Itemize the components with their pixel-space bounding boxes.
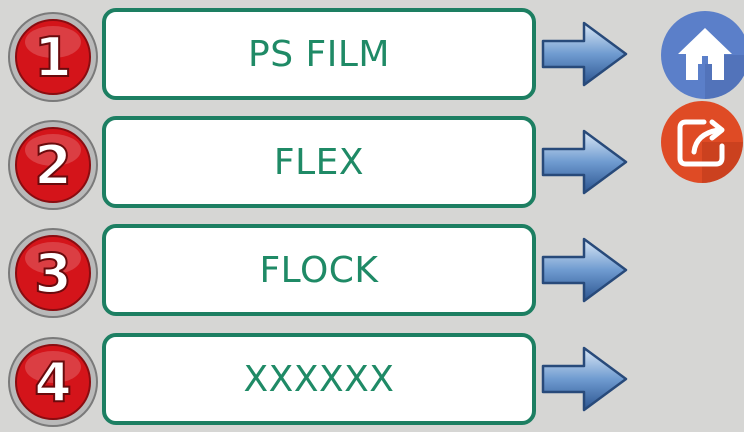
option-label: FLOCK	[259, 249, 379, 291]
option-label: PS FILM	[248, 33, 390, 75]
option-row-1: 1 PS FILM	[0, 7, 640, 107]
option-label: FLEX	[273, 141, 365, 183]
share-button[interactable]	[660, 100, 744, 184]
svg-text:2: 2	[34, 134, 72, 197]
option-button-xxxxxx[interactable]: XXXXXX	[102, 333, 536, 425]
option-label: XXXXXX	[243, 358, 395, 400]
right-arrow-icon[interactable]	[540, 235, 630, 305]
option-row-2: 2 FLEX	[0, 115, 640, 215]
svg-text:3: 3	[34, 242, 72, 305]
option-button-ps-film[interactable]: PS FILM	[102, 8, 536, 100]
number-1-icon: 1	[6, 10, 100, 104]
option-button-flock[interactable]: FLOCK	[102, 224, 536, 316]
number-2-icon: 2	[6, 118, 100, 212]
number-4-icon: 4	[6, 335, 100, 429]
home-button[interactable]	[660, 10, 744, 100]
right-arrow-icon[interactable]	[540, 127, 630, 197]
option-row-3: 3 FLOCK	[0, 223, 640, 323]
option-row-4: 4 XXXXXX	[0, 332, 640, 432]
right-arrow-icon[interactable]	[540, 19, 630, 89]
option-button-flex[interactable]: FLEX	[102, 116, 536, 208]
right-arrow-icon[interactable]	[540, 344, 630, 414]
svg-text:1: 1	[34, 26, 72, 89]
number-3-icon: 3	[6, 226, 100, 320]
svg-text:4: 4	[34, 351, 72, 414]
